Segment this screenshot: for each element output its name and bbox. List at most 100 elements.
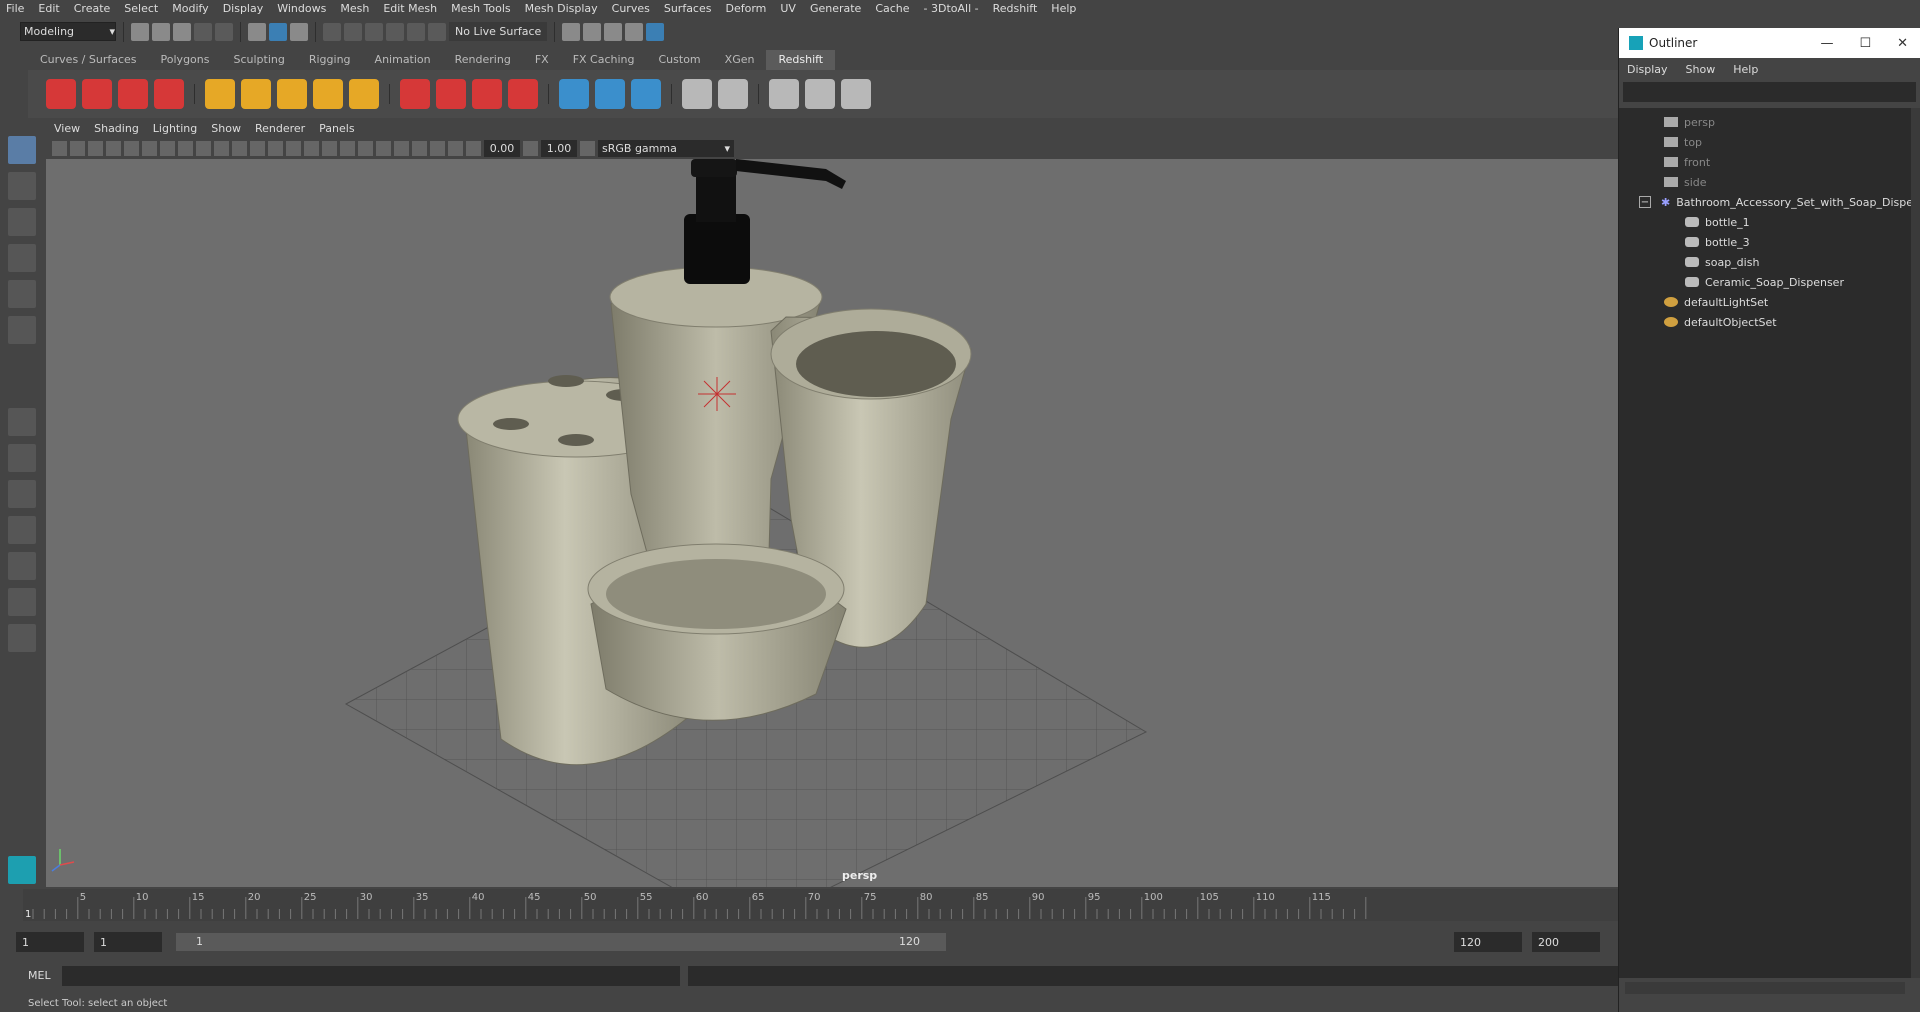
gamma-icon[interactable] — [523, 140, 538, 156]
ambient-occlusion-icon[interactable] — [340, 140, 355, 156]
menu-mesh-tools[interactable]: Mesh Tools — [451, 2, 511, 15]
single-view-icon[interactable] — [8, 408, 36, 436]
tab-rendering[interactable]: Rendering — [443, 50, 523, 70]
xray-joints-icon[interactable] — [430, 140, 445, 156]
select-object-icon[interactable] — [269, 22, 287, 41]
range-slider[interactable]: 1 120 — [176, 933, 946, 951]
select-tool-icon[interactable] — [8, 136, 36, 164]
log-icon[interactable] — [805, 79, 835, 109]
safe-title-icon[interactable] — [232, 140, 247, 156]
outliner-item-default-object-set[interactable]: defaultObjectSet — [1664, 312, 1777, 332]
backface-culling-icon[interactable] — [448, 140, 463, 156]
material-icon[interactable] — [682, 79, 712, 109]
menu-edit-mesh[interactable]: Edit Mesh — [383, 2, 437, 15]
help-icon[interactable] — [841, 79, 871, 109]
pr-sync-icon[interactable] — [631, 79, 661, 109]
anim-end-field[interactable]: 200 — [1532, 932, 1600, 952]
snap-point-icon[interactable] — [365, 22, 383, 41]
end-frame-field[interactable]: 120 — [1454, 932, 1522, 952]
shadows-icon[interactable] — [322, 140, 337, 156]
safe-action-icon[interactable] — [214, 140, 229, 156]
tab-sculpting[interactable]: Sculpting — [221, 50, 296, 70]
outliner-item-side[interactable]: side — [1664, 172, 1707, 192]
gate-mask-icon[interactable] — [178, 140, 193, 156]
outliner-menu-show[interactable]: Show — [1686, 63, 1716, 76]
camera-attributes-icon[interactable] — [70, 140, 85, 156]
menu-curves[interactable]: Curves — [612, 2, 650, 15]
new-scene-icon[interactable] — [131, 22, 149, 41]
panel-menu-renderer[interactable]: Renderer — [255, 122, 305, 135]
snap-grid-icon[interactable] — [323, 22, 341, 41]
panel-menu-shading[interactable]: Shading — [94, 122, 139, 135]
pr-export-icon[interactable] — [559, 79, 589, 109]
hypershade-icon[interactable] — [625, 22, 644, 41]
close-icon[interactable]: ✕ — [1897, 36, 1908, 51]
outliner-item-front[interactable]: front — [1664, 152, 1710, 172]
open-scene-icon[interactable] — [152, 22, 170, 41]
undo-icon[interactable] — [194, 22, 212, 41]
snap-curve-icon[interactable] — [344, 22, 362, 41]
lasso-tool-icon[interactable] — [8, 172, 36, 200]
outliner-vertical-scrollbar[interactable] — [1911, 108, 1920, 978]
menu-generate[interactable]: Generate — [810, 2, 861, 15]
sphere-icon[interactable] — [508, 79, 538, 109]
outliner-item-default-light-set[interactable]: defaultLightSet — [1664, 292, 1768, 312]
outliner-item-top[interactable]: top — [1664, 132, 1702, 152]
four-view-icon[interactable] — [8, 444, 36, 472]
menu-modify[interactable]: Modify — [172, 2, 208, 15]
redshift-render-icon[interactable] — [82, 79, 112, 109]
start-frame-field[interactable]: 1 — [16, 932, 84, 952]
ipr-render-icon[interactable] — [583, 22, 602, 41]
persp-graph-icon[interactable] — [8, 516, 36, 544]
menu-help[interactable]: Help — [1051, 2, 1076, 15]
live-surface-field[interactable]: No Live Surface — [449, 22, 548, 41]
bookmark-icon[interactable] — [88, 140, 103, 156]
scale-tool-icon[interactable] — [8, 316, 36, 344]
select-hierarchy-icon[interactable] — [248, 22, 266, 41]
render-view-icon[interactable] — [646, 22, 665, 41]
panel-menu-show[interactable]: Show — [211, 122, 241, 135]
persp-viewport[interactable]: persp — [46, 159, 1618, 887]
redo-icon[interactable] — [215, 22, 233, 41]
dome-light-icon[interactable] — [313, 79, 343, 109]
material-assign-icon[interactable] — [718, 79, 748, 109]
menu-surfaces[interactable]: Surfaces — [664, 2, 712, 15]
proxy-icon[interactable] — [400, 79, 430, 109]
persp-outliner-icon[interactable] — [8, 552, 36, 580]
menu-edit[interactable]: Edit — [38, 2, 59, 15]
outliner-item-soap-dish[interactable]: soap_dish — [1685, 252, 1759, 272]
mode-selector[interactable]: Modeling ▾ — [20, 22, 116, 41]
command-language-label[interactable]: MEL — [28, 969, 51, 982]
tab-animation[interactable]: Animation — [363, 50, 443, 70]
time-slider[interactable]: 5 10 15 20 25 30 35 40 45 50 55 60 65 70 75 80 85 90 95 100… — [23, 889, 1618, 921]
isolate-select-icon[interactable] — [394, 140, 409, 156]
menu-file[interactable]: File — [6, 2, 24, 15]
camera-select-icon[interactable] — [52, 140, 67, 156]
menu-redshift[interactable]: Redshift — [993, 2, 1038, 15]
collapse-icon[interactable]: − — [1639, 196, 1651, 208]
outliner-search-input[interactable] — [1623, 82, 1916, 102]
panel-menu-lighting[interactable]: Lighting — [153, 122, 197, 135]
outliner-item-bottle-3[interactable]: bottle_3 — [1685, 232, 1750, 252]
view-transform-select[interactable]: sRGB gamma ▾ — [598, 139, 734, 157]
portal-light-icon[interactable] — [241, 79, 271, 109]
side-by-side-icon[interactable] — [8, 480, 36, 508]
volume-icon[interactable] — [436, 79, 466, 109]
tab-rigging[interactable]: Rigging — [297, 50, 363, 70]
snap-center-icon[interactable] — [428, 22, 446, 41]
pr-import-icon[interactable] — [595, 79, 625, 109]
menu-mesh-display[interactable]: Mesh Display — [525, 2, 598, 15]
menu-create[interactable]: Create — [74, 2, 111, 15]
tab-custom[interactable]: Custom — [647, 50, 713, 70]
tab-fx-caching[interactable]: FX Caching — [561, 50, 647, 70]
paint-select-icon[interactable] — [8, 208, 36, 236]
use-lights-icon[interactable] — [304, 140, 319, 156]
render-frame-icon[interactable] — [562, 22, 581, 41]
render-settings-icon[interactable] — [604, 22, 623, 41]
menu-display[interactable]: Display — [223, 2, 264, 15]
menu-mesh[interactable]: Mesh — [340, 2, 369, 15]
film-gate-icon[interactable] — [142, 140, 157, 156]
script-editor-icon[interactable] — [769, 79, 799, 109]
snap-surface-icon[interactable] — [407, 22, 425, 41]
menu-3dtoall[interactable]: - 3DtoAll - — [924, 2, 979, 15]
